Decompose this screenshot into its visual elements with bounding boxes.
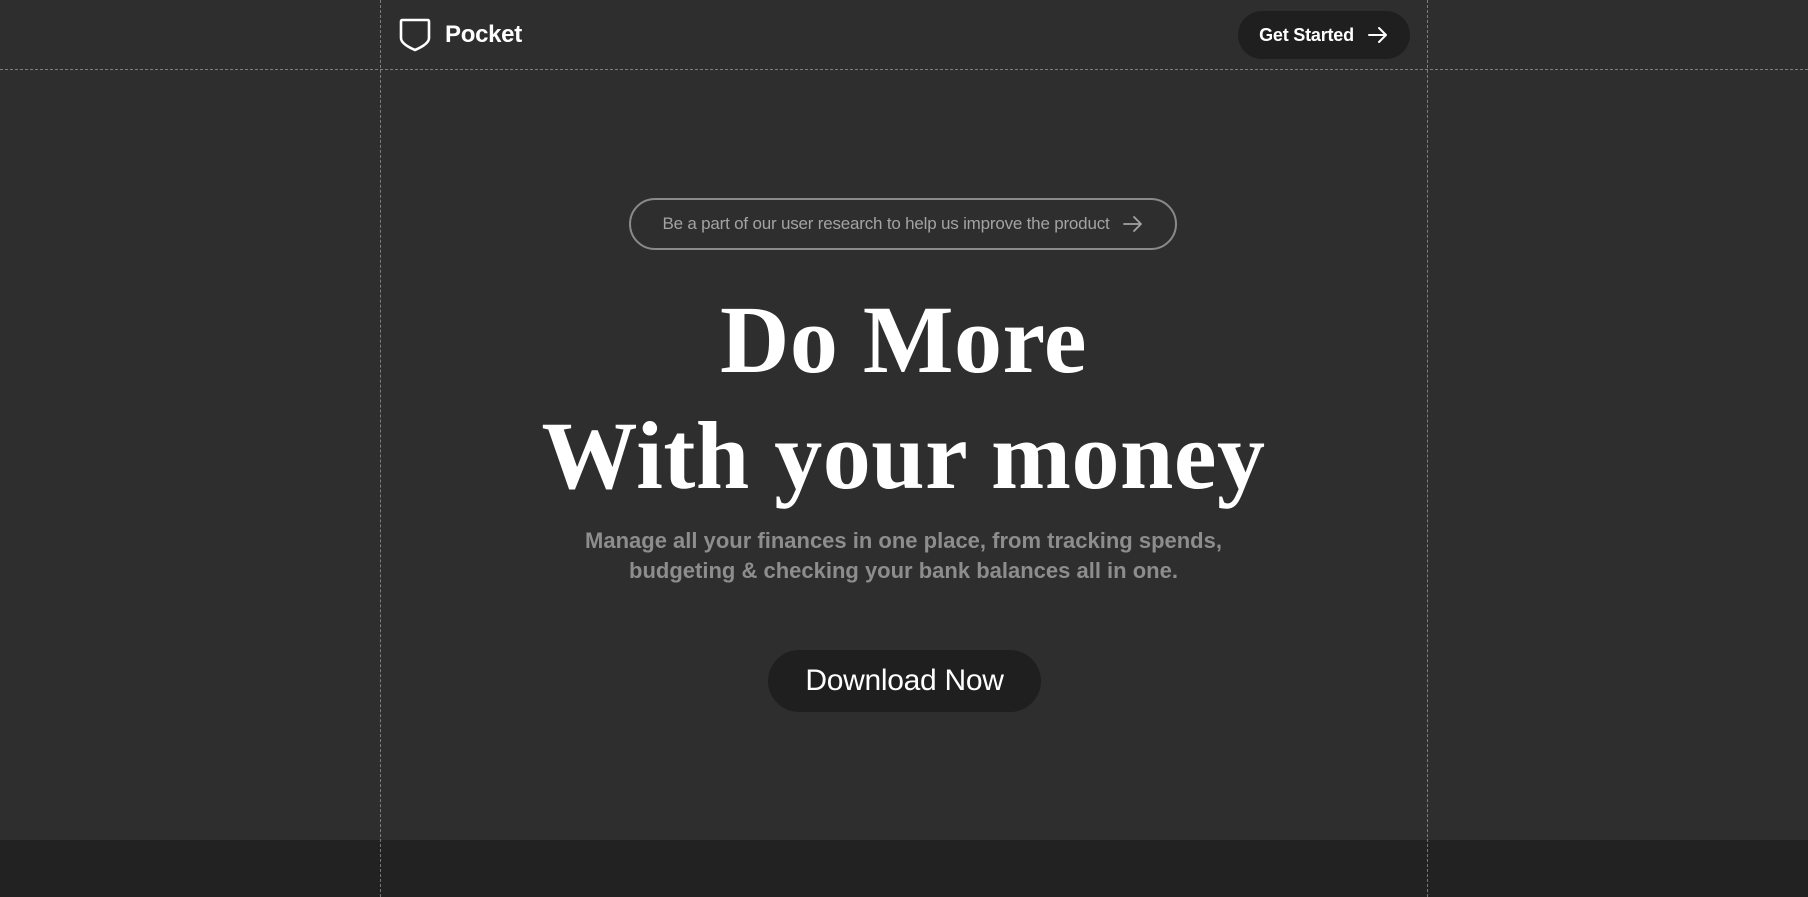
logo[interactable]: Pocket — [398, 17, 522, 53]
hero-subtitle: Manage all your finances in one place, f… — [380, 526, 1427, 586]
get-started-label: Get Started — [1259, 24, 1354, 45]
logo-text: Pocket — [445, 21, 522, 48]
hero-title: Do More With your money — [380, 282, 1427, 514]
hero-subtitle-line-1: Manage all your finances in one place, f… — [585, 528, 1222, 553]
user-research-banner[interactable]: Be a part of our user research to help u… — [629, 198, 1177, 250]
get-started-button[interactable]: Get Started — [1238, 11, 1410, 59]
user-research-text: Be a part of our user research to help u… — [662, 214, 1110, 233]
hero-subtitle-line-2: budgeting & checking your bank balances … — [629, 558, 1178, 583]
bottom-band — [0, 840, 1808, 897]
hero-title-line-1: Do More — [720, 286, 1087, 393]
guide-line-right — [1427, 0, 1428, 897]
download-now-button[interactable]: Download Now — [768, 650, 1041, 712]
arrow-right-icon — [1122, 215, 1144, 233]
arrow-right-icon — [1367, 26, 1389, 44]
header-divider — [0, 69, 1808, 70]
hero-title-line-2: With your money — [541, 402, 1266, 509]
shield-icon — [398, 17, 432, 53]
